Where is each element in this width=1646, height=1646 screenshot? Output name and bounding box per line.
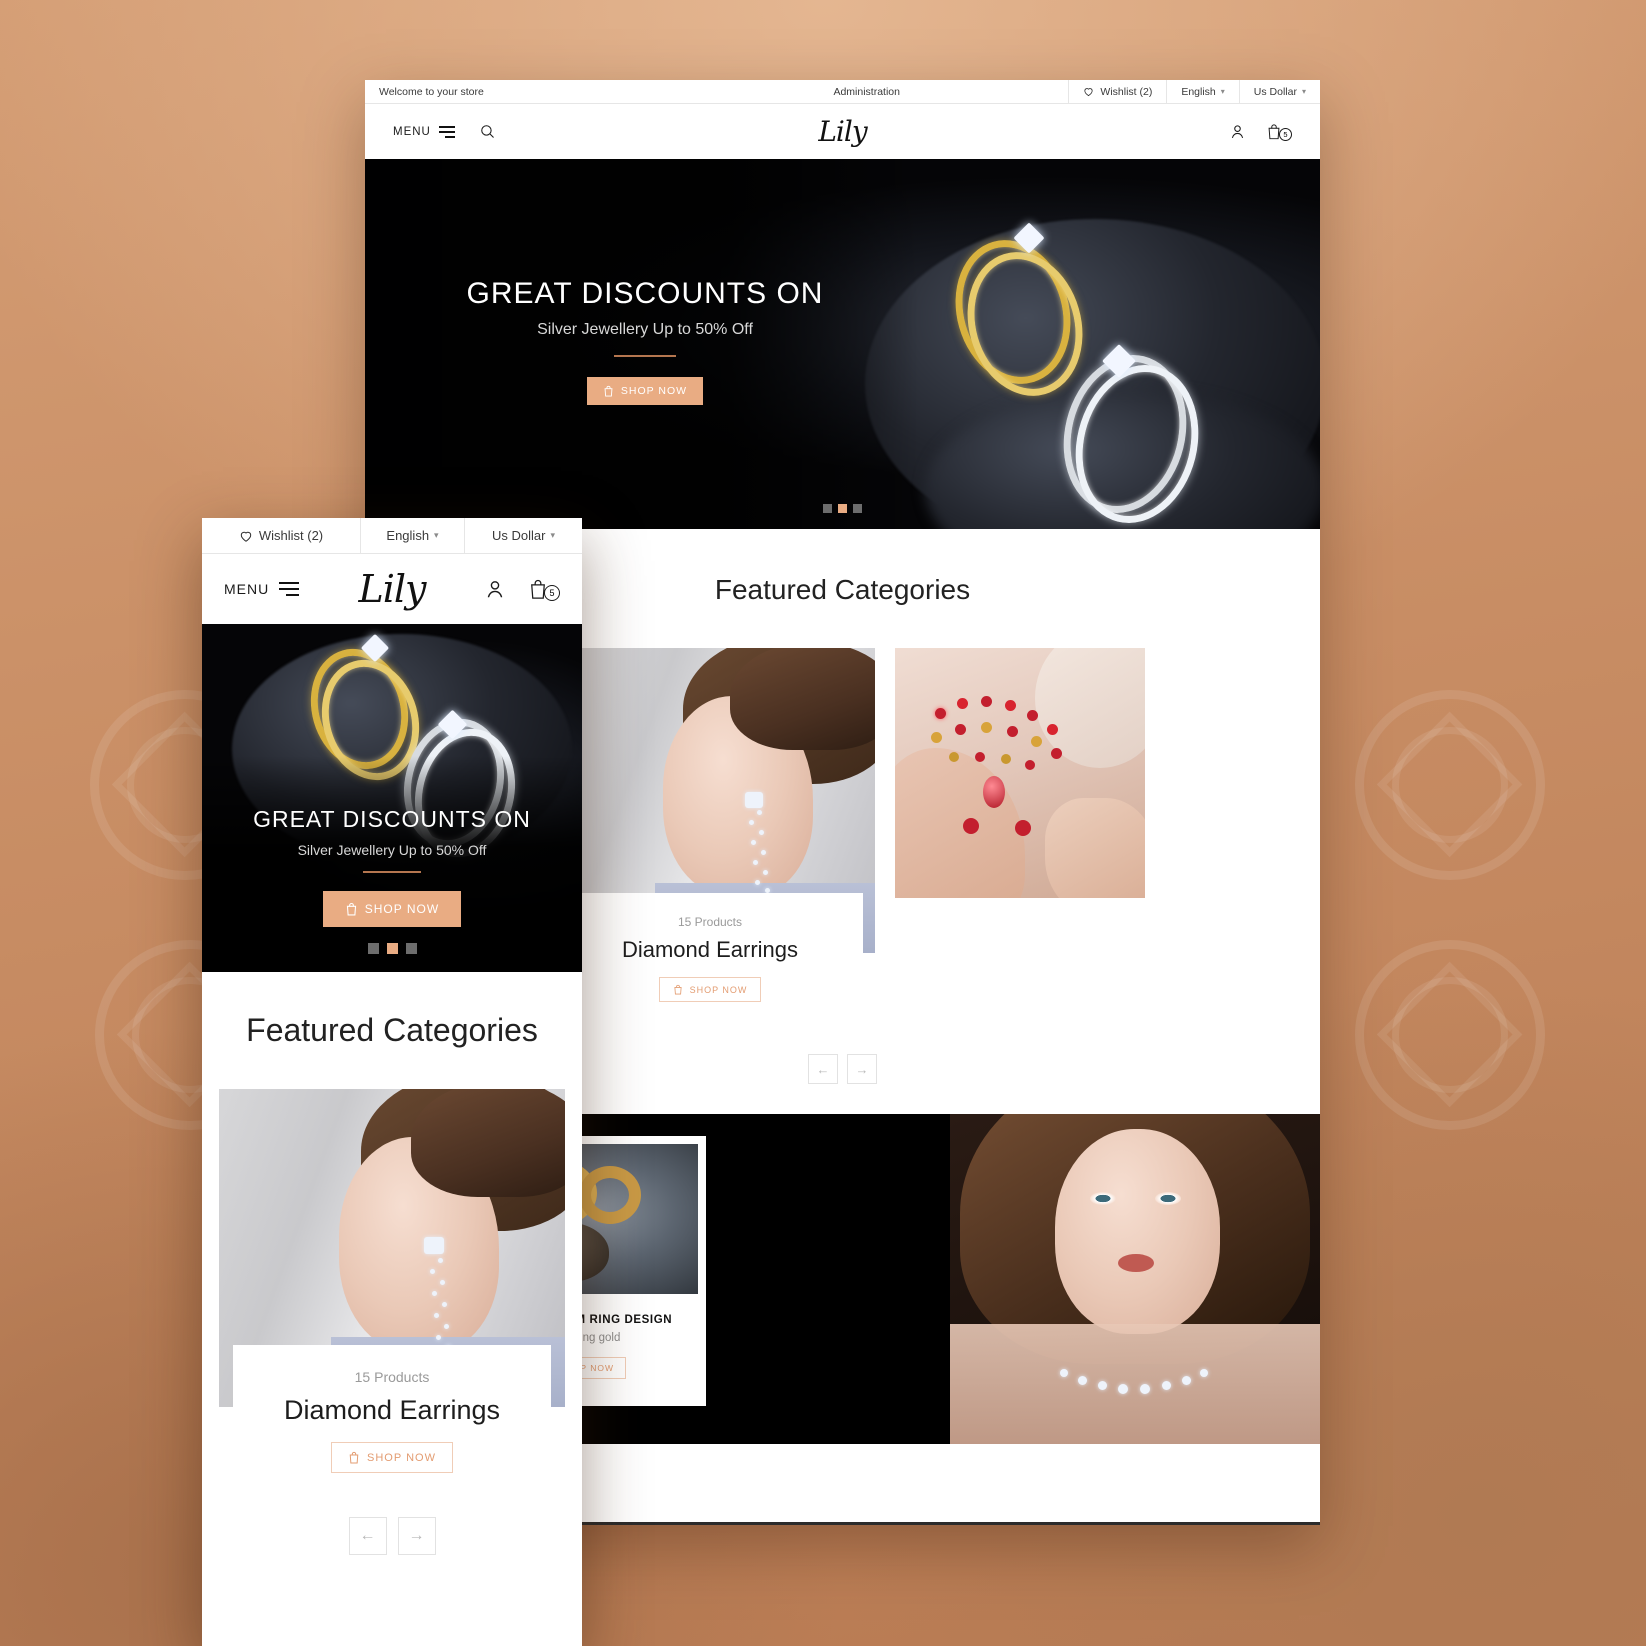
wishlist-label: Wishlist (2) [1100,85,1153,98]
category-shop-now-button[interactable]: SHOP NOW [658,977,762,1002]
slider-dot-active[interactable] [838,504,847,513]
decorative-knot-icon [1355,940,1545,1130]
featured-title-wrap: Featured Categories [246,1012,538,1049]
slider-dot[interactable] [405,943,417,954]
slider-dot[interactable] [367,943,379,954]
currency-label: Us Dollar [1253,85,1297,98]
hero-shop-now-button[interactable]: SHOP NOW [586,377,704,405]
mobile-navbar: MENU Lily 5 [202,554,582,624]
hero-divider [614,355,676,357]
prev-arrow-icon[interactable]: ← [348,1517,387,1555]
category-shop-now-label: SHOP NOW [689,984,748,995]
hero-divider [363,871,421,873]
category-shop-now-label: SHOP NOW [367,1451,436,1464]
cart-count-badge: 5 [544,585,560,601]
user-icon[interactable] [484,578,506,600]
brand-logo[interactable]: Lily [818,115,867,148]
featured-title: Featured Categories [246,1012,538,1048]
user-icon[interactable] [1229,123,1246,140]
language-label: English [1181,85,1216,98]
decorative-knot-icon [1355,690,1545,880]
featured-title: Featured Categories [714,574,971,605]
menu-label: MENU [224,581,270,597]
wishlist-link[interactable]: Wishlist (2) [1068,80,1166,103]
heart-icon [1084,88,1093,97]
category-name: Diamond Earrings [283,1395,501,1425]
category-name: Diamond Earrings [621,937,799,962]
bag-icon [604,385,613,397]
currency-label: Us Dollar [492,528,546,543]
category-product-count: 15 Products [354,1369,430,1385]
mobile-hero-banner: GREAT DISCOUNTS ON Silver Jewellery Up t… [202,624,582,972]
mobile-topbar: Wishlist (2) English ▾ Us Dollar ▾ [202,518,582,554]
chevron-down-icon: ▾ [1220,87,1225,96]
category-card[interactable]: 15 Products Diamond Earrings SHOP NOW [545,648,875,1020]
currency-selector[interactable]: Us Dollar ▾ [464,518,582,553]
cart-button[interactable]: 5 [528,577,560,601]
mobile-preview-window: Wishlist (2) English ▾ Us Dollar ▾ MENU … [202,518,582,1646]
featured-pagination[interactable]: ← → [202,1517,582,1555]
menu-button[interactable]: MENU [393,125,455,138]
bag-icon [349,1451,359,1464]
chevron-down-icon: ▾ [434,530,439,540]
administration-link[interactable]: Administration [665,80,1068,103]
menu-button[interactable]: MENU [224,581,344,597]
desktop-navbar: MENU Lily 5 [365,104,1320,159]
necklace-image [895,648,1145,898]
bag-icon [674,984,682,995]
hero-shop-now-label: SHOP NOW [620,385,688,397]
currency-selector[interactable]: Us Dollar ▾ [1238,80,1320,103]
desktop-hero-banner: GREAT DISCOUNTS ON Silver Jewellery Up t… [365,159,1320,529]
language-selector[interactable]: English ▾ [1166,80,1238,103]
next-arrow-icon[interactable]: → [847,1054,877,1084]
welcome-message: Welcome to your store [379,85,484,98]
chevron-down-icon: ▾ [1301,87,1306,96]
featured-title-wrap: Featured Categories [714,574,971,606]
hero-title: GREAT DISCOUNTS ON [466,277,824,310]
bag-icon [346,902,356,916]
hero-shop-now-label: SHOP NOW [364,902,440,916]
category-card-necklace[interactable] [895,648,1145,898]
next-arrow-icon[interactable]: → [397,1517,436,1555]
language-selector[interactable]: English ▾ [360,518,464,553]
slider-dot[interactable] [853,504,862,513]
mobile-featured-section: Featured Categories 15 Products Diamond … [202,972,582,1555]
brand-logo[interactable]: Lily [358,567,426,611]
slider-dot[interactable] [823,504,832,513]
hero-subtitle: Silver Jewellery Up to 50% Off [537,321,753,338]
category-product-count: 15 Products [677,915,743,929]
promo-model-image [950,1114,1320,1444]
heart-icon [240,531,252,542]
category-shop-now-button[interactable]: SHOP NOW [331,1442,453,1473]
wishlist-label: Wishlist (2) [258,528,324,543]
hamburger-icon [279,582,300,596]
hero-slider-dots[interactable] [365,504,1320,513]
slider-dot-active[interactable] [386,943,398,954]
cart-button[interactable]: 5 [1266,122,1292,141]
cart-count-badge: 5 [1279,128,1292,141]
chevron-down-icon: ▾ [550,530,555,540]
language-label: English [386,528,430,543]
search-icon[interactable] [479,123,496,140]
category-card[interactable]: 15 Products Diamond Earrings SHOP NOW [219,1089,565,1493]
prev-arrow-icon[interactable]: ← [808,1054,838,1084]
hamburger-icon [438,125,455,138]
hero-slider-dots[interactable] [202,943,582,954]
hero-title: GREAT DISCOUNTS ON [253,806,531,832]
desktop-topbar: Welcome to your store Administration Wis… [365,80,1320,104]
hero-shop-now-button[interactable]: SHOP NOW [322,891,462,927]
wishlist-link[interactable]: Wishlist (2) [202,518,360,553]
menu-label: MENU [393,125,431,138]
hero-subtitle: Silver Jewellery Up to 50% Off [297,842,487,858]
